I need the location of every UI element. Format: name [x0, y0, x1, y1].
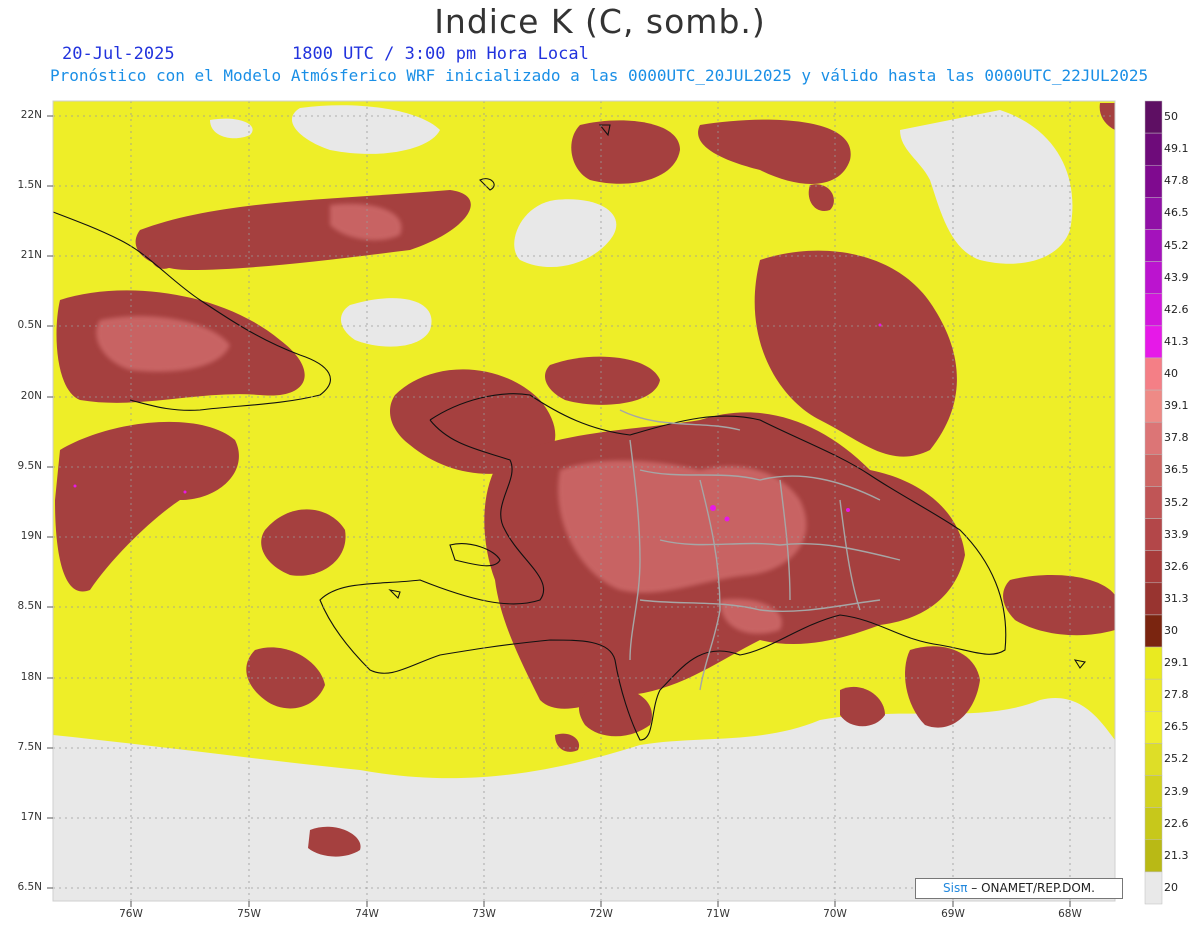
- lat-label: 9.5N: [17, 460, 42, 472]
- lat-label: 7.5N: [17, 741, 42, 753]
- colorbar-label: 46.5: [1164, 206, 1189, 220]
- colorbar-label: 35.2: [1164, 495, 1189, 509]
- colorbar-swatch: [1144, 646, 1163, 680]
- colorbar-label: 29.1: [1164, 656, 1189, 670]
- lat-label: 19N: [20, 530, 42, 542]
- colorbar: [1144, 100, 1163, 905]
- colorbar-label: 39.1: [1164, 399, 1189, 413]
- lon-label: 71W: [706, 908, 730, 920]
- colorbar-swatch: [1144, 775, 1163, 808]
- colorbar-swatch: [1144, 164, 1163, 198]
- colorbar-swatch: [1144, 197, 1163, 230]
- lat-label: 21N: [20, 249, 42, 261]
- colorbar-swatch: [1144, 678, 1163, 712]
- colorbar-swatch: [1144, 582, 1163, 616]
- lat-label: 6.5N: [17, 881, 42, 893]
- colorbar-label: 25.2: [1164, 752, 1189, 766]
- colorbar-swatch: [1144, 325, 1163, 359]
- colorbar-label: 32.6: [1164, 559, 1189, 573]
- colorbar-swatch: [1144, 229, 1163, 262]
- colorbar-label: 47.8: [1164, 174, 1189, 188]
- colorbar-label: 45.2: [1164, 238, 1189, 252]
- colorbar-swatch: [1144, 132, 1163, 166]
- map-plot-area: [53, 101, 1115, 901]
- colorbar-label: 21.3: [1164, 848, 1189, 862]
- colorbar-swatch: [1144, 357, 1163, 391]
- colorbar-label: 20: [1164, 880, 1178, 894]
- lat-label: 22N: [20, 109, 42, 121]
- colorbar-swatch: [1144, 807, 1163, 841]
- colorbar-label: 26.5: [1164, 720, 1189, 734]
- colorbar-label: 42.6: [1164, 302, 1189, 316]
- colorbar-label: 23.9: [1164, 784, 1189, 798]
- colorbar-label: 31.3: [1164, 591, 1189, 605]
- lat-label: 1.5N: [17, 179, 42, 191]
- colorbar-swatch: [1144, 486, 1163, 519]
- colorbar-swatch: [1144, 293, 1163, 327]
- colorbar-label: 22.6: [1164, 816, 1189, 830]
- colorbar-swatch: [1144, 614, 1163, 648]
- lon-label: 69W: [941, 908, 965, 920]
- lon-label: 75W: [237, 908, 261, 920]
- colorbar-swatch: [1144, 743, 1163, 776]
- colorbar-swatch: [1144, 711, 1163, 744]
- lat-label: 20N: [20, 390, 42, 402]
- colorbar-swatch: [1144, 454, 1163, 487]
- lat-label: 0.5N: [17, 319, 42, 331]
- credit-box: Sisπ – ONAMET/REP.DOM.: [915, 878, 1123, 899]
- colorbar-swatch: [1144, 871, 1163, 905]
- k-index-map: [47, 100, 1163, 907]
- colorbar-label: 27.8: [1164, 688, 1189, 702]
- colorbar-swatch: [1144, 389, 1163, 423]
- colorbar-label: 37.8: [1164, 431, 1189, 445]
- lon-label: 73W: [472, 908, 496, 920]
- lon-label: 68W: [1058, 908, 1082, 920]
- colorbar-swatch: [1144, 550, 1163, 584]
- lat-label: 17N: [20, 811, 42, 823]
- lon-label: 72W: [589, 908, 613, 920]
- lat-label: 18N: [20, 671, 42, 683]
- colorbar-label: 36.5: [1164, 463, 1189, 477]
- colorbar-label: 50: [1164, 110, 1178, 124]
- lon-label: 76W: [119, 908, 143, 920]
- lon-label: 74W: [355, 908, 379, 920]
- lat-label: 8.5N: [17, 600, 42, 612]
- colorbar-swatch: [1144, 518, 1163, 551]
- lon-label: 70W: [823, 908, 847, 920]
- credit-org: – ONAMET/REP.DOM.: [971, 881, 1095, 895]
- colorbar-label: 43.9: [1164, 270, 1189, 284]
- colorbar-swatch: [1144, 261, 1163, 294]
- sispi-logo: Sisπ: [943, 881, 968, 895]
- colorbar-swatch: [1144, 839, 1163, 873]
- colorbar-label: 49.1: [1164, 142, 1189, 156]
- colorbar-label: 40: [1164, 367, 1178, 381]
- colorbar-swatch: [1144, 100, 1163, 134]
- colorbar-label: 41.3: [1164, 334, 1189, 348]
- colorbar-label: 33.9: [1164, 527, 1189, 541]
- colorbar-label: 30: [1164, 623, 1178, 637]
- colorbar-swatch: [1144, 421, 1163, 455]
